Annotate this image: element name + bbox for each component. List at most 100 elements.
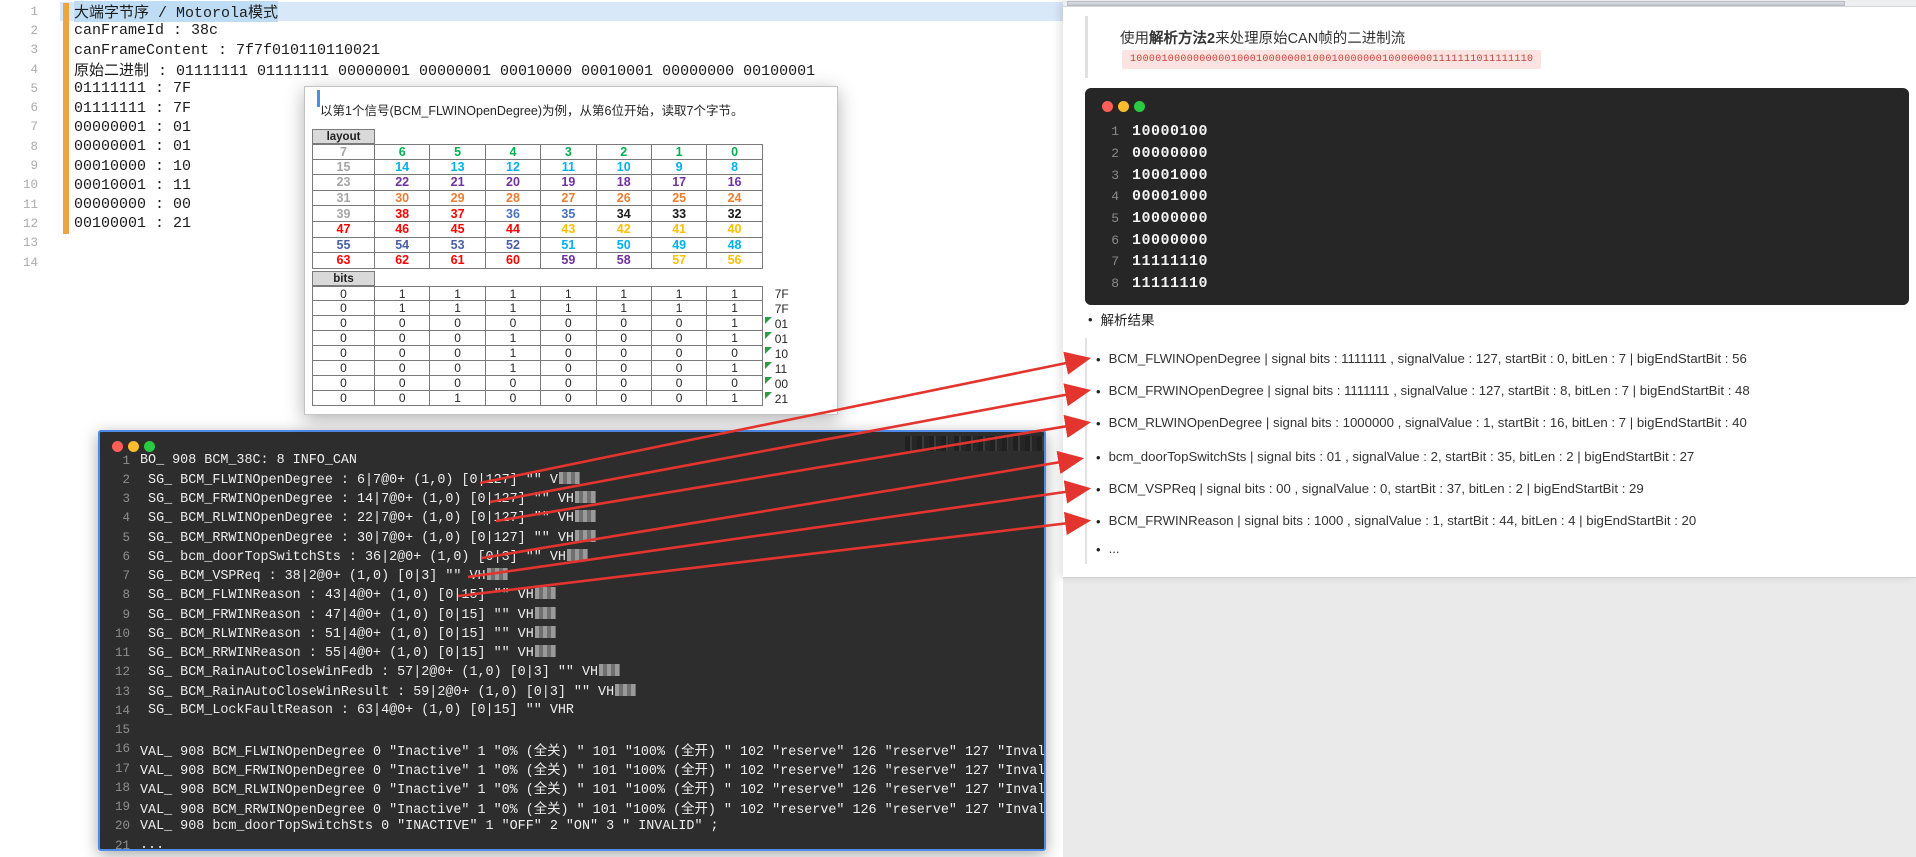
hex-value-cell: 01	[762, 331, 809, 346]
excel-marker-icon	[764, 362, 772, 369]
dbc-line-text: SG_ BCM_FLWINReason : 43|4@0+ (1,0) [0|1…	[140, 587, 556, 603]
bits-value-cell: 0	[312, 361, 375, 376]
result-text: bcm_doorTopSwitchSts | signal bits : 01 …	[1108, 449, 1695, 464]
layout-bit-cell: 7	[312, 144, 375, 160]
binary-line-text: 10000000	[1132, 231, 1209, 249]
binary-line-text: 11111110	[1132, 275, 1209, 293]
hex-value-cell: 10	[762, 346, 809, 361]
bullet-icon: •	[1096, 514, 1101, 529]
bits-value-cell: 0	[541, 376, 597, 391]
line-number: 3	[30, 43, 38, 58]
bits-value-cell: 1	[430, 286, 486, 301]
layout-bit-cell: 9	[651, 159, 708, 176]
line-number: 13	[22, 236, 38, 251]
bits-value-cell: 1	[707, 361, 763, 376]
dbc-line-text: SG_ BCM_RRWINOpenDegree : 30|7@0+ (1,0) …	[140, 529, 596, 546]
editor-line: 4 原始二进制 : 01111111 01111111 00000001 0000…	[0, 60, 1063, 81]
line-number: 1	[1111, 124, 1119, 140]
layout-bit-cell: 23	[312, 175, 375, 191]
result-text: ...	[1108, 541, 1120, 556]
bits-value-cell: 0	[312, 346, 375, 361]
bits-value-cell: 0	[312, 301, 375, 316]
dbc-line: 9 SG_ BCM_FRWINReason : 47|4@0+ (1,0) [0…	[100, 605, 1044, 624]
bits-value-cell: 0	[375, 316, 431, 331]
dbc-line: 5 SG_ BCM_RRWINOpenDegree : 30|7@0+ (1,0…	[100, 528, 1044, 547]
blockquote-bar	[1085, 16, 1088, 78]
dbc-line-text: ...	[140, 838, 165, 851]
bits-value-cell: 0	[430, 331, 486, 346]
binary-line: 6 10000000	[1099, 229, 1208, 251]
bits-value-cell: 0	[375, 331, 431, 346]
window-close-icon	[1102, 101, 1113, 112]
layout-bit-cell: 13	[430, 159, 486, 176]
line-number: 15	[114, 723, 130, 738]
binary-line-text: 00000000	[1132, 145, 1209, 163]
dbc-line-text: SG_ BCM_FRWINOpenDegree : 14|7@0+ (1,0) …	[140, 491, 596, 507]
dbc-line: 14 SG_ BCM_LockFaultReason : 63|4@0+ (1,…	[100, 701, 1044, 720]
bits-value-cell: 0	[707, 346, 763, 361]
dbc-line-text: BO_ 908 BCM_38C: 8 INFO_CAN	[140, 453, 357, 469]
dbc-line: 11 SG_ BCM_RRWINReason : 55|4@0+ (1,0) […	[100, 644, 1044, 663]
bullet-icon: •	[1096, 384, 1101, 399]
bits-value-cell: 0	[596, 376, 652, 391]
binary-line-text: 10000100	[1132, 123, 1209, 141]
dbc-line: 20 VAL_ 908 bcm_doorTopSwitchSts 0 "INACT…	[100, 817, 1044, 836]
bits-value-cell: 0	[651, 331, 708, 346]
layout-bit-cell: 26	[596, 190, 652, 207]
dbc-line-text: SG_ BCM_RLWINReason : 51|4@0+ (1,0) [0|1…	[140, 625, 556, 642]
scrollbar-track[interactable]	[1063, 0, 1916, 7]
layout-bit-cell: 52	[485, 237, 542, 254]
line-number: 14	[22, 255, 38, 270]
binary-line: 5 10000000	[1099, 208, 1208, 230]
layout-bit-cell: 54	[375, 237, 431, 254]
editor-line-text: 01111111 : 7F	[74, 80, 192, 98]
line-number: 11	[22, 197, 38, 212]
bits-value-cell: 0	[312, 376, 375, 391]
line-number: 2	[1111, 146, 1119, 162]
layout-bit-cell: 59	[541, 253, 597, 269]
redacted-text-block	[558, 471, 580, 484]
line-number: 1	[30, 4, 38, 19]
editor-line-text: 00000001 : 01	[74, 138, 192, 156]
layout-bit-cell: 20	[485, 175, 542, 191]
hex-value-cell: 01	[762, 316, 809, 331]
redacted-text-block	[599, 664, 621, 677]
line-number: 6	[122, 549, 130, 564]
bits-value-cell: 0	[485, 391, 542, 406]
bullet-icon: •	[1096, 542, 1101, 557]
editor-line-text: 00010001 : 11	[74, 176, 192, 194]
bits-value-cell: 1	[541, 286, 597, 301]
layout-bit-cell: 51	[541, 237, 597, 254]
line-number: 2	[122, 472, 130, 487]
layout-bit-cell: 63	[312, 253, 375, 269]
bits-value-cell: 0	[707, 376, 763, 391]
layout-bit-cell: 14	[375, 159, 431, 176]
bullet-icon: •	[1096, 450, 1101, 465]
bullet-icon: •	[1096, 352, 1101, 367]
bits-value-cell: 0	[485, 316, 542, 331]
editor-line-text: 原始二进制 : 01111111 01111111 00000001 00000…	[74, 63, 816, 81]
bits-value-cell: 0	[596, 361, 652, 376]
bits-value-cell: 1	[707, 286, 763, 301]
excel-marker-icon	[764, 377, 772, 384]
layout-bit-cell: 39	[312, 206, 375, 222]
results-list-bar	[1085, 338, 1087, 564]
bullet-icon: •	[1088, 311, 1093, 327]
line-number: 17	[114, 761, 130, 776]
result-text: BCM_VSPReq | signal bits : 00 , signalVa…	[1108, 481, 1644, 496]
scrollbar-thumb[interactable]	[1067, 1, 1845, 6]
binary-code-block: 1 10000100 2 00000000 3 10001000 4 00001000 5 100…	[1085, 88, 1909, 305]
line-number: 20	[114, 819, 130, 834]
layout-bit-cell: 34	[596, 206, 652, 222]
result-item: • BCM_VSPReq | signal bits : 00 , signalV…	[1096, 481, 1644, 498]
layout-bit-cell: 44	[485, 221, 542, 238]
bits-value-cell: 1	[596, 301, 652, 316]
line-number: 10	[22, 178, 38, 193]
layout-bit-cell: 61	[430, 253, 486, 269]
popup-description: 以第1个信号(BCM_FLWINOpenDegree)为例，从第6位开始，读取7…	[320, 104, 744, 118]
dbc-line: 8 SG_ BCM_FLWINReason : 43|4@0+ (1,0) [0…	[100, 586, 1044, 605]
binary-line-text: 00001000	[1132, 188, 1209, 206]
bullet-icon: •	[1096, 482, 1101, 497]
bits-value-cell: 0	[312, 331, 375, 346]
redacted-text-block	[574, 491, 596, 504]
